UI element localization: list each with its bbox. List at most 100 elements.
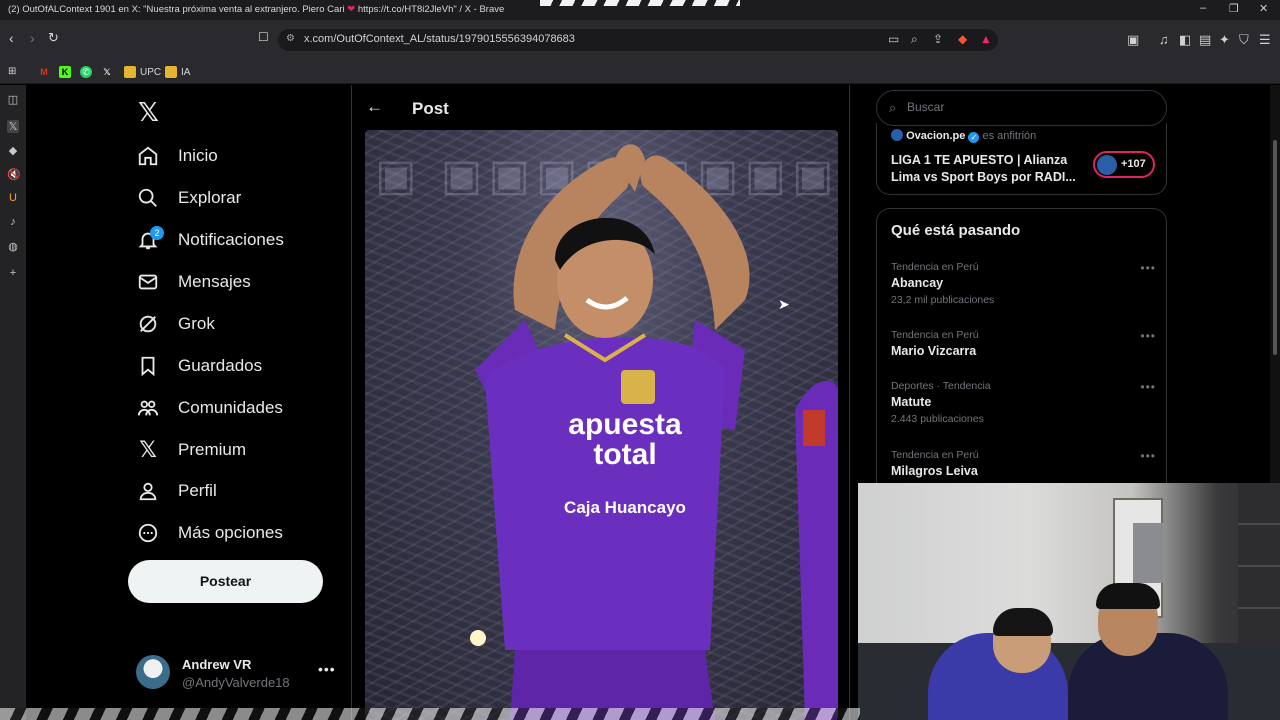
space-listeners[interactable]: +107 xyxy=(1093,151,1155,178)
grok-icon xyxy=(136,312,160,336)
x-logo-icon[interactable]: 𝕏 xyxy=(138,97,159,128)
space-title[interactable]: LIGA 1 TE APUESTO | Alianza Lima vs Spor… xyxy=(891,152,1081,186)
scrollbar-thumb[interactable] xyxy=(1273,140,1277,355)
sidebar-toggle-icon[interactable]: ◧ xyxy=(1179,32,1191,48)
address-bar[interactable]: ⚙ x.com/OutOfContext_AL/status/197901555… xyxy=(278,29,998,51)
tab-search-icon[interactable]: ▣ xyxy=(1127,32,1139,48)
zoom-icon[interactable]: ⌕ xyxy=(911,32,918,47)
bookmark-gmail[interactable]: M xyxy=(38,66,50,78)
bookmark-kick[interactable]: K xyxy=(59,66,71,78)
post-image[interactable]: ▣ ▣▣▣▣ ▣▣▣▣ apuesta total Caja Huancayo xyxy=(365,130,838,720)
nav-item-notificaciones[interactable]: 2 Notificaciones xyxy=(136,223,284,257)
forward-icon[interactable]: › xyxy=(30,30,35,46)
leo-icon[interactable]: ✦ xyxy=(1219,32,1230,48)
search-icon xyxy=(136,186,160,210)
trend-name: Matute xyxy=(891,395,932,409)
jersey-sponsor-text-2: Caja Huancayo xyxy=(564,498,686,517)
listener-count: +107 xyxy=(1121,158,1146,170)
gmail-icon: M xyxy=(40,67,48,77)
minimize-button[interactable]: – xyxy=(1200,2,1206,14)
account-switcher[interactable]: Andrew VR @AndyValverde18 ••• xyxy=(136,651,336,691)
more-dots-icon[interactable]: ••• xyxy=(1140,449,1156,463)
trend-name: Milagros Leiva xyxy=(891,464,978,478)
bookmark-label: IA xyxy=(181,66,191,78)
trend-count: 23,2 mil publicaciones xyxy=(891,294,995,306)
space-host: Ovacion.pe ✓ es anfitrión xyxy=(891,129,1036,143)
window-title: (2) OutOfALContext 1901 en X: "Nuestra p… xyxy=(8,4,504,15)
x-icon[interactable]: 𝕏 xyxy=(7,120,19,133)
nav-label: Más opciones xyxy=(178,523,283,542)
maximize-button[interactable]: ❐ xyxy=(1229,2,1239,15)
trend-name: Mario Vizcarra xyxy=(891,344,977,358)
tiktok-icon[interactable]: ♪ xyxy=(7,216,19,228)
heart-icon: ❤ xyxy=(347,4,356,15)
globe-icon[interactable]: ◍ xyxy=(7,240,19,253)
bookmark-folder-upc[interactable]: UPC xyxy=(124,66,161,78)
more-dots-icon[interactable]: ••• xyxy=(318,661,336,677)
bookmark-folder-ia[interactable]: IA xyxy=(165,66,190,78)
nav-item-premium[interactable]: 𝕏 Premium xyxy=(136,433,246,467)
apps-icon[interactable]: ⊞ xyxy=(8,66,16,77)
brave-shields-icon[interactable]: ◆ xyxy=(958,32,967,46)
bookmark-page-icon[interactable]: ☐ xyxy=(258,30,269,44)
u-icon[interactable]: U xyxy=(7,192,19,204)
nav-label: Perfil xyxy=(178,481,217,500)
search-box[interactable]: ⌕ xyxy=(876,90,1167,126)
back-icon[interactable]: ‹ xyxy=(9,30,14,46)
diamond-icon[interactable]: ◆ xyxy=(7,144,19,157)
menu-icon[interactable]: ☰ xyxy=(1259,32,1271,48)
nav-item-inicio[interactable]: Inicio xyxy=(136,139,218,173)
add-panel-icon[interactable]: + xyxy=(7,267,19,279)
trend-context: Tendencia en Perú xyxy=(891,449,979,461)
post-button[interactable]: Postear xyxy=(128,560,323,603)
live-space-card[interactable]: Ovacion.pe ✓ es anfitrión LIGA 1 TE APUE… xyxy=(876,123,1167,195)
trends-title: Qué está pasando xyxy=(891,222,1021,239)
vpn-icon[interactable]: ⛉ xyxy=(1239,32,1249,48)
more-dots-icon[interactable]: ••• xyxy=(1140,261,1156,275)
nav-item-guardados[interactable]: Guardados xyxy=(136,349,262,383)
trend-context: Deportes · Tendencia xyxy=(891,380,991,392)
reload-icon[interactable]: ↻ xyxy=(48,30,59,46)
trend-item[interactable]: Tendencia en Perú Abancay 23,2 mil publi… xyxy=(891,261,1156,306)
bookmark-x[interactable]: 𝕏 xyxy=(101,66,113,78)
close-window-button[interactable]: ✕ xyxy=(1259,2,1268,15)
window-titlebar: (2) OutOfALContext 1901 en X: "Nuestra p… xyxy=(0,0,1280,20)
share-icon[interactable]: ⇪ xyxy=(933,32,943,46)
mouse-cursor-icon: ➤ xyxy=(778,296,790,312)
nav-item-comunidades[interactable]: Comunidades xyxy=(136,391,283,425)
cast-icon[interactable]: ▭ xyxy=(888,32,899,46)
account-name: Andrew VR xyxy=(182,657,252,672)
wallet-icon[interactable]: ▤ xyxy=(1199,32,1211,48)
space-host-suffix: es anfitrión xyxy=(982,130,1037,142)
notification-badge: 2 xyxy=(150,226,164,240)
bell-icon: 2 xyxy=(136,226,164,252)
bookmark-whatsapp[interactable]: ✆ xyxy=(80,66,92,78)
page-scrollbar[interactable] xyxy=(1270,85,1280,485)
more-dots-icon[interactable]: ••• xyxy=(1140,380,1156,394)
nav-item-perfil[interactable]: Perfil xyxy=(136,474,217,508)
trend-item[interactable]: Tendencia en Perú Mario Vizcarra ••• xyxy=(891,329,1156,358)
space-host-name: Ovacion.pe xyxy=(906,130,966,142)
person-icon xyxy=(136,479,160,503)
page-title: Post xyxy=(412,99,449,118)
nav-item-explorar[interactable]: Explorar xyxy=(136,181,241,215)
room-mirror xyxy=(1133,523,1163,583)
nav-item-grok[interactable]: Grok xyxy=(136,307,215,341)
nav-item-mensajes[interactable]: Mensajes xyxy=(136,265,251,299)
back-arrow-icon[interactable]: ← xyxy=(366,97,383,117)
search-input[interactable] xyxy=(907,100,1147,114)
sidebar-panel-icon[interactable]: ◫ xyxy=(7,93,19,106)
home-icon xyxy=(136,144,160,168)
trend-item[interactable]: Tendencia en Perú Milagros Leiva ••• xyxy=(891,449,1156,478)
site-info-icon[interactable]: ⚙ xyxy=(286,33,295,44)
trend-item[interactable]: Deportes · Tendencia Matute 2.443 public… xyxy=(891,380,1156,425)
url-text[interactable]: x.com/OutOfContext_AL/status/19790155563… xyxy=(304,33,575,45)
mute-icon[interactable]: 🔇 xyxy=(7,168,21,181)
media-icon[interactable]: ♫ xyxy=(1159,32,1169,47)
trend-context: Tendencia en Perú xyxy=(891,261,979,273)
window-title-link: https://t.co/HT8i2JleVh" / X - Brave xyxy=(357,4,505,15)
more-dots-icon[interactable]: ••• xyxy=(1140,329,1156,343)
x-icon: 𝕏 xyxy=(139,437,157,462)
nav-item-mas-opciones[interactable]: Más opciones xyxy=(136,516,283,550)
brave-rewards-icon[interactable]: ▲ xyxy=(980,32,992,46)
